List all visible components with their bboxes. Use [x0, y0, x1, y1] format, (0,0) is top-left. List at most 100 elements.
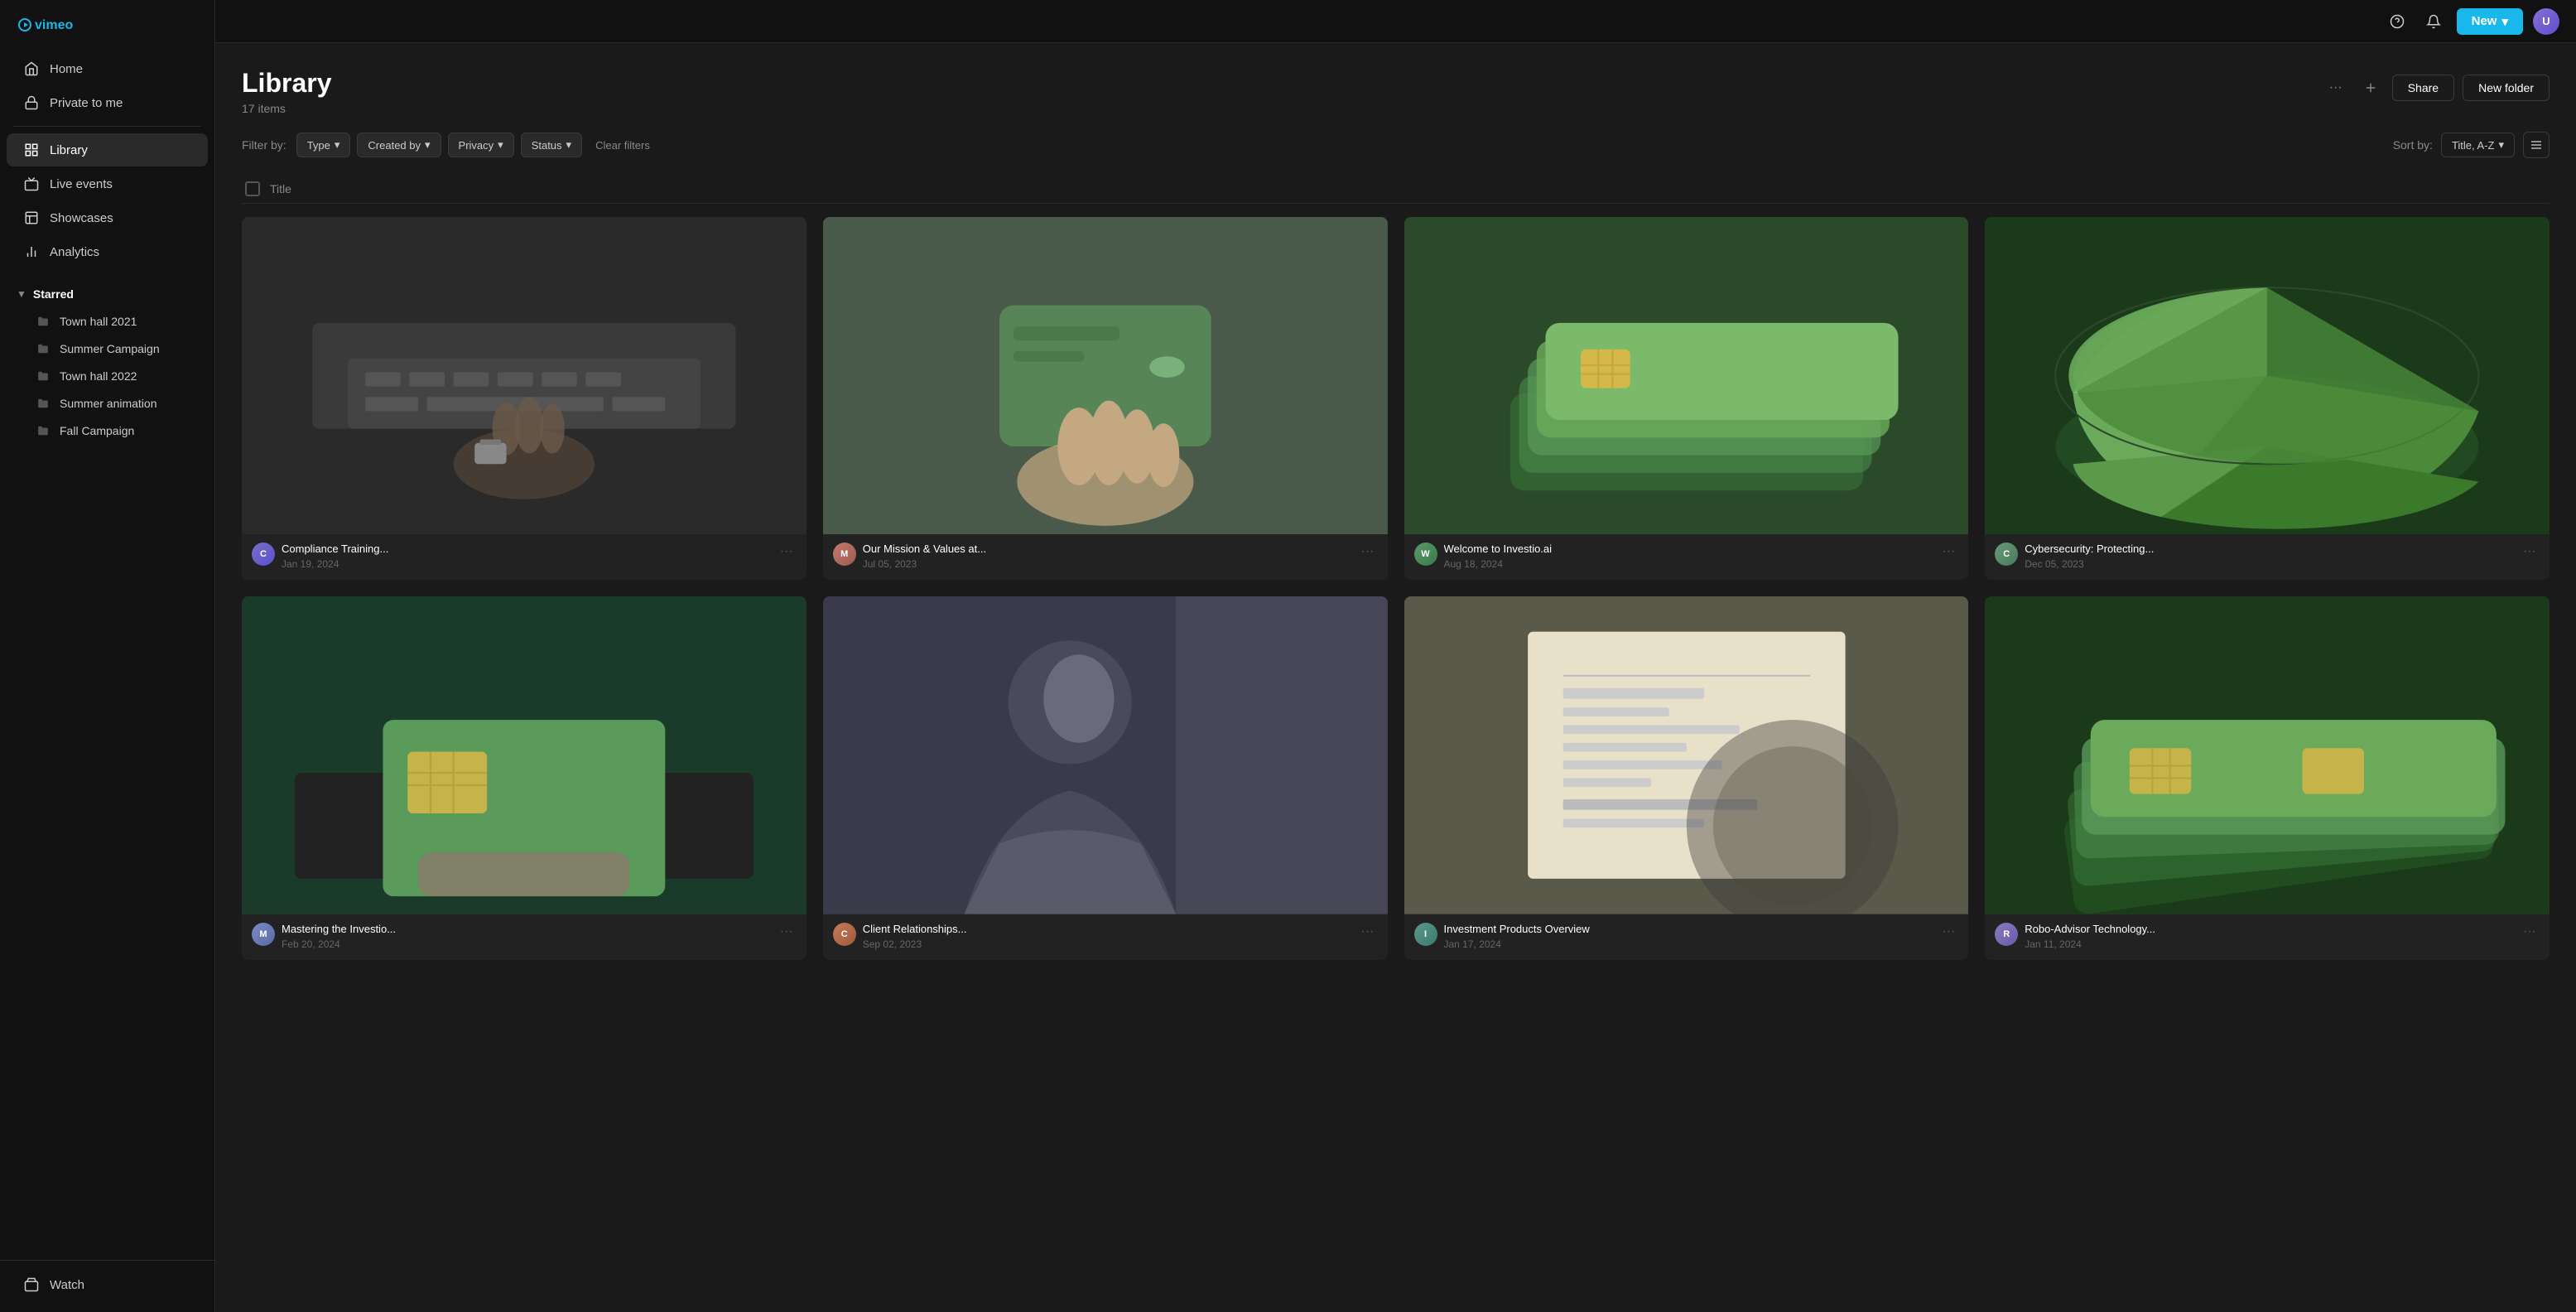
chevron-down-icon: ▾ [2498, 138, 2504, 152]
starred-header[interactable]: ▼ Starred [0, 281, 214, 307]
sidebar-item-library[interactable]: Library [7, 133, 208, 166]
starred-item-summer-campaign[interactable]: Summer Campaign [7, 335, 208, 362]
filter-controls: Filter by: Type ▾ Created by ▾ Privacy ▾… [242, 133, 657, 157]
chevron-down-icon: ▾ [498, 138, 503, 152]
video-info-1: C Compliance Training... Jan 19, 2024 ··… [242, 534, 807, 580]
folder-icon [36, 342, 50, 355]
video-info-3: W Welcome to Investio.ai Aug 18, 2024 ··… [1404, 534, 1969, 580]
add-button[interactable] [2357, 75, 2384, 101]
page-title: Library [242, 68, 331, 99]
video-thumbnail-3 [1404, 217, 1969, 534]
starred-item-town-hall-2022[interactable]: Town hall 2022 [7, 363, 208, 389]
chevron-down-icon: ▾ [425, 138, 431, 152]
video-thumbnail-1 [242, 217, 807, 534]
video-card-7[interactable]: I Investment Products Overview Jan 17, 2… [1404, 596, 1969, 959]
video-avatar-6: C [833, 923, 856, 946]
video-more-4[interactable]: ··· [2520, 543, 2540, 561]
notifications-button[interactable] [2420, 8, 2447, 35]
filter-type-button[interactable]: Type ▾ [296, 133, 351, 157]
column-header: Title [242, 175, 2550, 204]
video-more-2[interactable]: ··· [1358, 543, 1378, 561]
filter-status-button[interactable]: Status ▾ [521, 133, 582, 157]
sidebar-item-private-label: Private to me [50, 96, 123, 110]
sidebar-item-home[interactable]: Home [7, 52, 208, 85]
sidebar-item-live-label: Live events [50, 177, 113, 191]
video-avatar-7: I [1414, 923, 1437, 946]
video-title-6: Client Relationships... [863, 923, 1351, 937]
share-button[interactable]: Share [2392, 75, 2454, 101]
starred-item-label: Summer Campaign [60, 342, 160, 355]
starred-item-fall-campaign[interactable]: Fall Campaign [7, 417, 208, 444]
video-title-8: Robo-Advisor Technology... [2025, 923, 2513, 937]
video-card-1[interactable]: C Compliance Training... Jan 19, 2024 ··… [242, 217, 807, 580]
video-card-5[interactable]: M Mastering the Investio... Feb 20, 2024… [242, 596, 807, 959]
sidebar-item-watch[interactable]: Watch [7, 1268, 208, 1301]
video-more-1[interactable]: ··· [777, 543, 797, 561]
new-folder-button[interactable]: New folder [2463, 75, 2550, 101]
video-more-7[interactable]: ··· [1938, 923, 1958, 941]
filter-toolbar: Filter by: Type ▾ Created by ▾ Privacy ▾… [242, 132, 2550, 158]
video-more-5[interactable]: ··· [777, 923, 797, 941]
starred-item-summer-animation[interactable]: Summer animation [7, 390, 208, 417]
filter-created-by-button[interactable]: Created by ▾ [357, 133, 441, 157]
video-date-5: Feb 20, 2024 [282, 938, 770, 950]
video-avatar-1: C [252, 543, 275, 566]
video-card-3[interactable]: W Welcome to Investio.ai Aug 18, 2024 ··… [1404, 217, 1969, 580]
video-thumbnail-5 [242, 596, 807, 914]
video-grid: C Compliance Training... Jan 19, 2024 ··… [242, 217, 2550, 960]
filter-privacy-label: Privacy [459, 139, 494, 152]
video-meta-7: I Investment Products Overview Jan 17, 2… [1414, 923, 1959, 950]
chevron-down-icon: ▾ [335, 138, 340, 152]
topbar: New ▾ U [215, 0, 2576, 43]
video-card-2[interactable]: M Our Mission & Values at... Jul 05, 202… [823, 217, 1388, 580]
video-avatar-5: M [252, 923, 275, 946]
chevron-down-icon: ▼ [17, 288, 26, 300]
video-info-6: C Client Relationships... Sep 02, 2023 ·… [823, 914, 1388, 960]
starred-item-label: Town hall 2021 [60, 315, 137, 328]
main-content: New ▾ U Library 17 items ··· [215, 0, 2576, 1312]
video-info-5: M Mastering the Investio... Feb 20, 2024… [242, 914, 807, 960]
starred-label: Starred [33, 287, 74, 301]
video-date-1: Jan 19, 2024 [282, 558, 770, 570]
share-button-label: Share [2408, 81, 2439, 94]
select-all-checkbox[interactable] [245, 181, 260, 196]
video-card-6[interactable]: C Client Relationships... Sep 02, 2023 ·… [823, 596, 1388, 959]
video-more-6[interactable]: ··· [1358, 923, 1378, 941]
video-more-3[interactable]: ··· [1938, 543, 1958, 561]
video-info-2: M Our Mission & Values at... Jul 05, 202… [823, 534, 1388, 580]
sidebar-item-watch-label: Watch [50, 1278, 84, 1292]
user-avatar[interactable]: U [2533, 8, 2559, 35]
clear-filters-button[interactable]: Clear filters [589, 134, 657, 157]
sidebar-item-private[interactable]: Private to me [7, 86, 208, 119]
video-date-7: Jan 17, 2024 [1444, 938, 1933, 950]
filter-status-label: Status [532, 139, 562, 152]
video-avatar-2: M [833, 543, 856, 566]
video-thumbnail-4 [1985, 217, 2550, 534]
video-title-5: Mastering the Investio... [282, 923, 770, 937]
filter-privacy-button[interactable]: Privacy ▾ [448, 133, 514, 157]
live-icon [23, 176, 40, 192]
sidebar-item-live-events[interactable]: Live events [7, 167, 208, 200]
more-options-button[interactable]: ··· [2323, 75, 2349, 101]
starred-item-town-hall-2021[interactable]: Town hall 2021 [7, 308, 208, 335]
sidebar-item-showcases[interactable]: Showcases [7, 201, 208, 234]
sidebar-item-analytics-label: Analytics [50, 245, 99, 259]
video-meta-3: W Welcome to Investio.ai Aug 18, 2024 ··… [1414, 543, 1959, 570]
new-button[interactable]: New ▾ [2457, 8, 2523, 35]
sort-value-label: Title, A-Z [2452, 139, 2495, 152]
video-more-8[interactable]: ··· [2520, 923, 2540, 941]
new-folder-button-label: New folder [2478, 81, 2534, 94]
help-button[interactable] [2384, 8, 2410, 35]
sort-select-button[interactable]: Title, A-Z ▾ [2441, 133, 2515, 157]
video-card-4[interactable]: C Cybersecurity: Protecting... Dec 05, 2… [1985, 217, 2550, 580]
sidebar-item-analytics[interactable]: Analytics [7, 235, 208, 268]
video-date-4: Dec 05, 2023 [2025, 558, 2513, 570]
list-view-button[interactable] [2523, 132, 2550, 158]
video-title-4: Cybersecurity: Protecting... [2025, 543, 2513, 557]
starred-item-label: Fall Campaign [60, 424, 134, 437]
video-title-2: Our Mission & Values at... [863, 543, 1351, 557]
logo[interactable]: vimeo [0, 0, 214, 46]
video-avatar-4: C [1995, 543, 2018, 566]
video-title-3: Welcome to Investio.ai [1444, 543, 1933, 557]
video-card-8[interactable]: R Robo-Advisor Technology... Jan 11, 202… [1985, 596, 2550, 959]
